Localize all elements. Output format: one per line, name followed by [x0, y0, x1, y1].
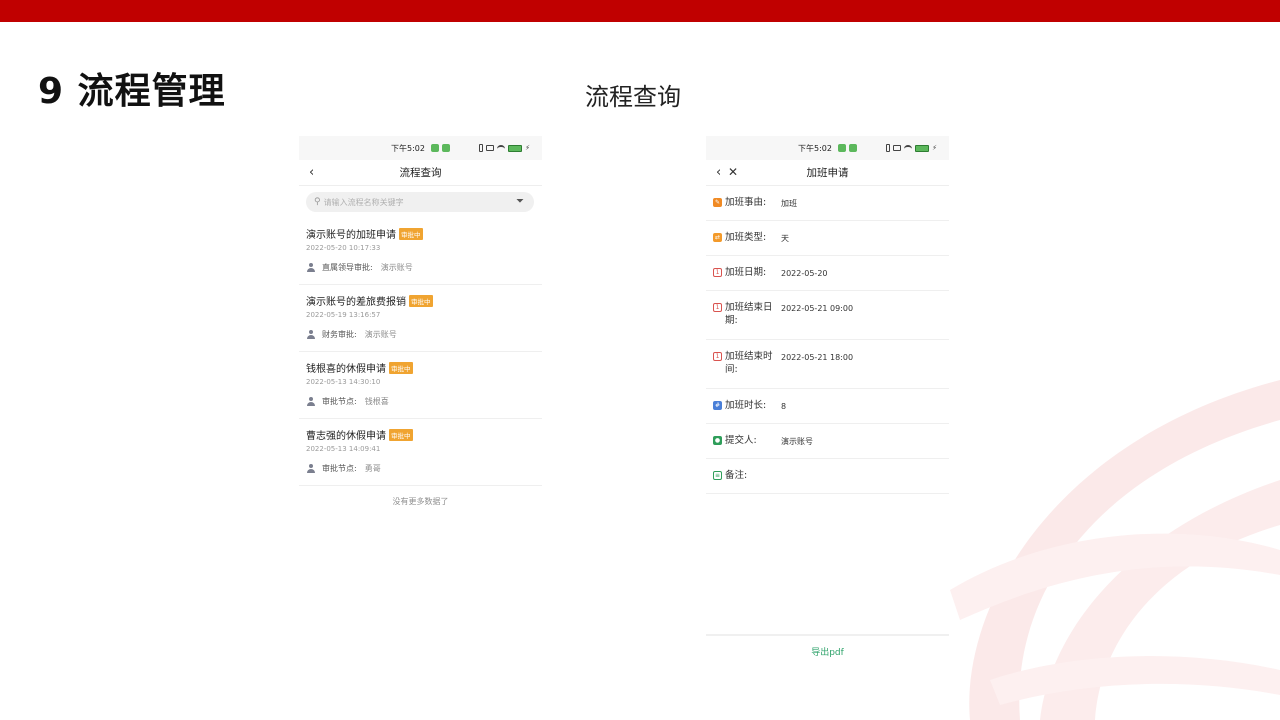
nav-title: 加班申请	[806, 167, 849, 179]
detail-label: 备注:	[725, 470, 748, 481]
item-time: 2022-05-19 13:16:57	[306, 311, 381, 319]
charging-icon: ⚡	[525, 144, 530, 152]
nav-bar: ‹ 流程查询	[299, 160, 542, 186]
close-icon[interactable]: ✕	[728, 165, 738, 179]
sim-icon	[893, 145, 902, 151]
calendar-icon: 1	[713, 352, 722, 361]
export-pdf-button[interactable]: 导出pdf	[811, 645, 844, 658]
item-meta-value: 勇哥	[364, 464, 381, 473]
item-title: 演示账号的加班申请	[306, 230, 396, 241]
list-item[interactable]: 曹志强的休假申请 审批中 2022-05-13 14:09:41 审批节点: 勇…	[299, 419, 542, 486]
app-notification-icon	[441, 144, 450, 152]
note-icon: ≡	[713, 471, 722, 480]
decorative-globe	[950, 380, 1280, 720]
battery-icon	[508, 144, 523, 152]
status-badge: 审批中	[389, 428, 413, 441]
detail-label: 提交人:	[725, 435, 757, 446]
person-icon	[306, 329, 316, 340]
bluetooth-icon	[886, 144, 891, 152]
app-notification-icon	[848, 144, 857, 152]
calendar-icon: 1	[713, 268, 722, 277]
nav-title: 流程查询	[399, 167, 442, 179]
detail-label: 加班结束日期:	[725, 302, 773, 326]
nav-bar: ‹ ✕ 加班申请	[706, 160, 949, 186]
list-item[interactable]: 演示账号的差旅费报销 审批中 2022-05-19 13:16:57 财务审批:…	[299, 285, 542, 352]
calendar-icon: 1	[713, 303, 722, 312]
list-screen: 下午5:02 ⚡ ‹ 流程查询 ⚲ 请输入流程名称关键字 ⏷ 演示账号的加班申请…	[299, 136, 542, 526]
item-meta-label: 审批节点:	[322, 464, 357, 473]
back-icon[interactable]: ‹	[716, 165, 721, 180]
sim-icon	[486, 145, 495, 151]
list-item[interactable]: 演示账号的加班申请 审批中 2022-05-20 10:17:33 直属领导审批…	[299, 218, 542, 285]
item-title: 曹志强的休假申请	[306, 431, 386, 442]
detail-label: 加班时长:	[725, 400, 767, 411]
hash-icon: #	[713, 401, 722, 410]
status-time: 下午5:02	[798, 143, 832, 153]
search-icon: ⚲	[314, 197, 321, 207]
detail-value: 演示账号	[781, 437, 813, 446]
item-meta-value: 钱根喜	[364, 397, 389, 406]
status-icons: ⚡	[479, 144, 530, 152]
detail-label: 加班类型:	[725, 232, 767, 243]
person-icon	[306, 262, 316, 273]
footer-bar: 导出pdf	[706, 634, 949, 666]
app-notification-icon	[837, 144, 846, 152]
detail-value: 2022-05-21 18:00	[781, 353, 854, 362]
detail-row-submitter: ● 提交人: 演示账号	[706, 424, 949, 459]
detail-row-duration: # 加班时长: 8	[706, 389, 949, 424]
item-time: 2022-05-13 14:30:10	[306, 378, 381, 386]
status-badge: 审批中	[389, 361, 413, 374]
item-meta-value: 演示账号	[380, 263, 413, 272]
detail-row-note: ≡ 备注:	[706, 459, 949, 494]
item-time: 2022-05-13 14:09:41	[306, 445, 381, 453]
charging-icon: ⚡	[932, 144, 937, 152]
detail-row-type: ⇄ 加班类型: 天	[706, 221, 949, 256]
item-meta-value: 演示账号	[364, 330, 397, 339]
detail-row-end-time: 1 加班结束时间: 2022-05-21 18:00	[706, 340, 949, 389]
search-placeholder: 请输入流程名称关键字	[323, 197, 404, 207]
status-badge: 审批中	[399, 227, 423, 240]
detail-label: 加班结束时间:	[725, 351, 773, 375]
detail-value: 8	[781, 402, 787, 411]
top-accent-bar	[0, 0, 1280, 22]
detail-row-end-date: 1 加班结束日期: 2022-05-21 09:00	[706, 291, 949, 340]
detail-label: 加班日期:	[725, 267, 767, 278]
detail-value: 天	[781, 234, 789, 243]
wifi-icon	[497, 145, 506, 151]
wifi-icon	[904, 145, 913, 151]
app-notification-icon	[430, 144, 439, 152]
detail-value: 加班	[781, 199, 797, 208]
status-time: 下午5:02	[391, 143, 425, 153]
user-icon: ●	[713, 436, 722, 445]
person-icon	[306, 396, 316, 407]
detail-row-reason: ✎ 加班事由: 加班	[706, 186, 949, 221]
item-meta-label: 审批节点:	[322, 397, 357, 406]
battery-icon	[915, 144, 930, 152]
status-bar: 下午5:02 ⚡	[706, 136, 949, 160]
item-meta-label: 直属领导审批:	[322, 263, 373, 272]
item-meta-label: 财务审批:	[322, 330, 357, 339]
status-icons: ⚡	[886, 144, 937, 152]
detail-value: 2022-05-21 09:00	[781, 304, 854, 313]
search-input[interactable]: ⚲ 请输入流程名称关键字 ⏷	[306, 192, 534, 212]
back-icon[interactable]: ‹	[309, 165, 314, 180]
detail-value: 2022-05-20	[781, 269, 828, 278]
item-time: 2022-05-20 10:17:33	[306, 244, 381, 252]
detail-row-date: 1 加班日期: 2022-05-20	[706, 256, 949, 291]
reason-icon: ✎	[713, 198, 722, 207]
person-icon	[306, 463, 316, 474]
item-title: 演示账号的差旅费报销	[306, 297, 406, 308]
item-title: 钱根喜的休假申请	[306, 364, 386, 375]
status-badge: 审批中	[409, 294, 433, 307]
type-icon: ⇄	[713, 233, 722, 242]
slide-title: 9 流程管理	[38, 71, 226, 112]
bluetooth-icon	[479, 144, 484, 152]
no-more-text: 没有更多数据了	[392, 497, 449, 506]
list-item[interactable]: 钱根喜的休假申请 审批中 2022-05-13 14:30:10 审批节点: 钱…	[299, 352, 542, 419]
detail-label: 加班事由:	[725, 197, 767, 208]
filter-icon[interactable]: ⏷	[516, 196, 524, 207]
status-bar: 下午5:02 ⚡	[299, 136, 542, 160]
detail-screen: 下午5:02 ⚡ ‹ ✕ 加班申请 ✎ 加班事由: 加班 ⇄ 加班类型: 天 1…	[706, 136, 949, 666]
slide-subtitle: 流程查询	[585, 83, 681, 111]
